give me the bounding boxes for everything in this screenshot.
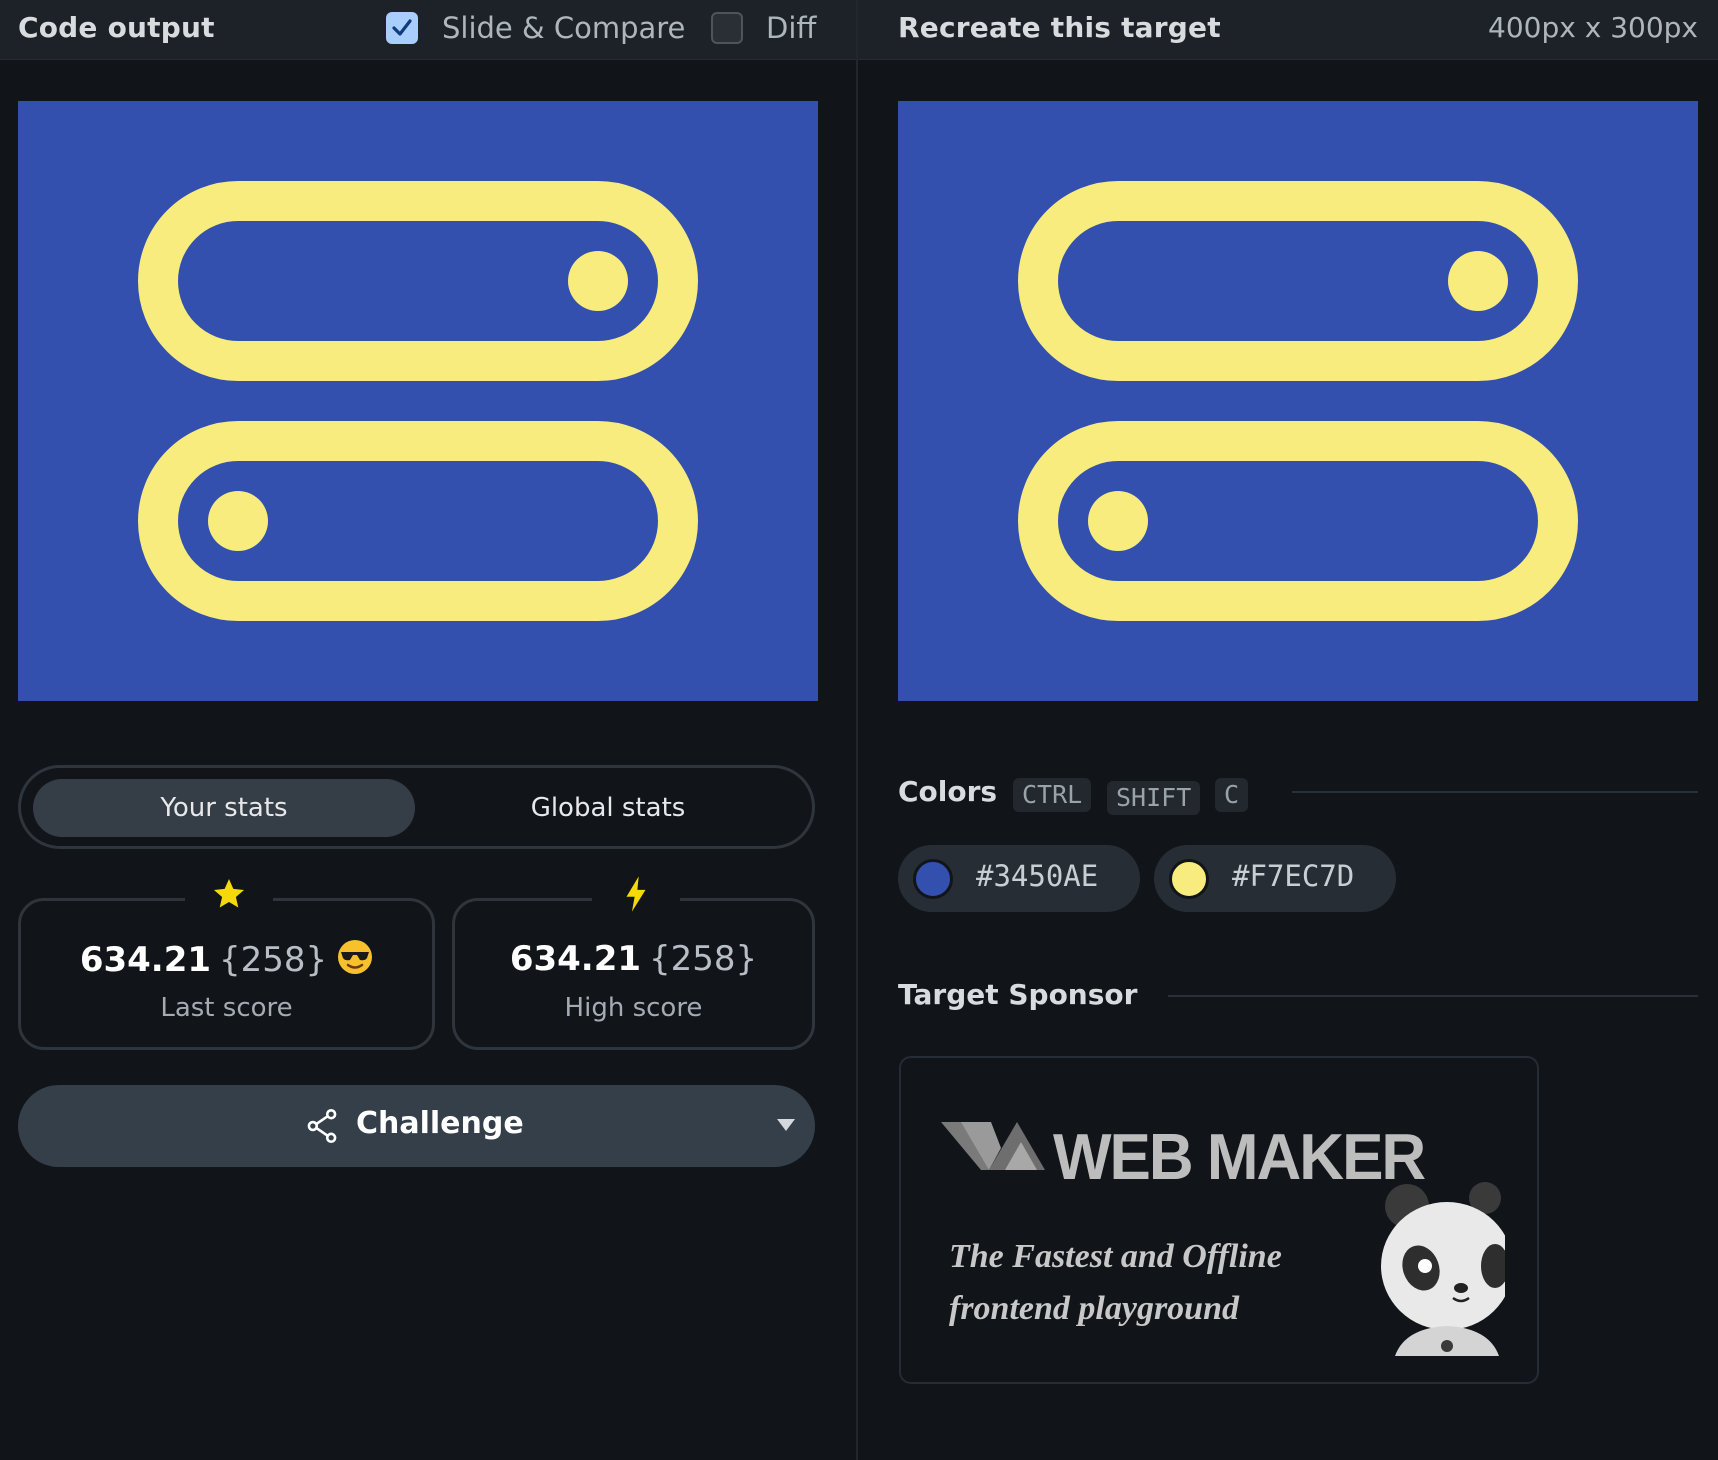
- slide-compare-label[interactable]: Slide & Compare: [442, 11, 685, 45]
- challenge-button[interactable]: Challenge: [18, 1085, 815, 1167]
- last-score-label: Last score: [160, 993, 293, 1023]
- last-score-value: 634.21 {258}: [21, 939, 432, 984]
- sponsor-tagline-1: The Fastest and Offline: [949, 1238, 1282, 1275]
- code-output-preview[interactable]: [18, 101, 818, 701]
- swatch-code: #3450AE: [976, 859, 1099, 893]
- chevron-down-icon[interactable]: [777, 1119, 795, 1131]
- web-maker-logo-icon: [941, 1122, 1045, 1170]
- code-output-panel: Code output Slide & Compare Diff Your st…: [0, 0, 856, 1460]
- target-title: Recreate this target: [898, 11, 1221, 44]
- colors-title: Colors: [898, 775, 998, 808]
- colors-divider: [1292, 791, 1698, 793]
- output-toggles-image: [18, 101, 818, 701]
- swatch-dot: [913, 859, 953, 899]
- stats-tabs: Your stats Global stats: [18, 765, 815, 849]
- target-size: 400px x 300px: [1488, 11, 1698, 44]
- kbd-shift: SHIFT: [1107, 781, 1201, 815]
- sponsor-divider: [1168, 995, 1698, 997]
- share-icon: [307, 1109, 337, 1143]
- sponsor-card[interactable]: WEB MAKER The Fastest and Offline fronte…: [899, 1056, 1539, 1384]
- high-score-number: 634.21: [509, 939, 642, 979]
- diff-label[interactable]: Diff: [766, 11, 816, 45]
- star-icon: [185, 871, 273, 917]
- color-swatch-blue[interactable]: #3450AE: [898, 845, 1140, 912]
- web-maker-brand: WEB MAKER: [1053, 1121, 1426, 1194]
- target-preview: [898, 101, 1698, 701]
- swatch-dot: [1169, 859, 1209, 899]
- sunglasses-emoji-icon: [337, 939, 373, 984]
- challenge-label: Challenge: [356, 1106, 524, 1141]
- checkmark-icon: [392, 19, 412, 36]
- color-swatch-yellow[interactable]: #F7EC7D: [1154, 845, 1396, 912]
- high-score-value: 634.21 {258}: [455, 939, 812, 979]
- code-output-header: Code output Slide & Compare Diff: [0, 0, 856, 60]
- panda-mascot-icon: [1381, 1182, 1505, 1356]
- high-score-count: {258}: [649, 939, 758, 979]
- swatch-code: #F7EC7D: [1232, 859, 1355, 893]
- sponsor-tagline-2: frontend playground: [949, 1290, 1239, 1327]
- last-score-card: 634.21 {258} Last score: [18, 871, 435, 1050]
- last-score-count: {258}: [219, 940, 328, 980]
- high-score-label: High score: [564, 993, 703, 1023]
- code-output-title: Code output: [18, 11, 215, 44]
- slide-compare-checkbox[interactable]: [386, 12, 418, 44]
- tab-your-stats[interactable]: Your stats: [33, 779, 415, 837]
- diff-checkbox[interactable]: [711, 12, 743, 44]
- kbd-ctrl: CTRL: [1013, 778, 1092, 812]
- target-sponsor-title: Target Sponsor: [898, 978, 1138, 1011]
- last-score-number: 634.21: [79, 940, 212, 980]
- target-panel: Recreate this target 400px x 300px Color…: [858, 0, 1718, 1460]
- high-score-card: 634.21 {258} High score: [452, 871, 815, 1050]
- kbd-c: C: [1215, 778, 1249, 812]
- target-toggles-image: [898, 101, 1698, 701]
- lightning-icon: [592, 871, 680, 917]
- target-header: Recreate this target 400px x 300px: [858, 0, 1718, 60]
- tab-global-stats[interactable]: Global stats: [417, 779, 799, 837]
